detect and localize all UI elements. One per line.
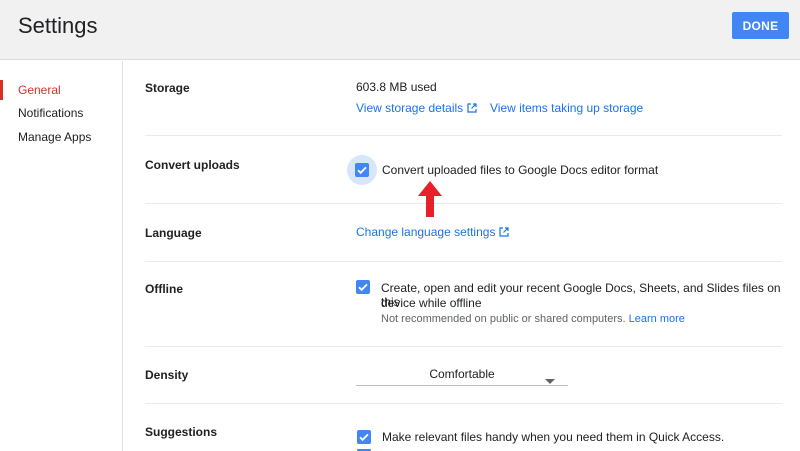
suggestions-label: Suggestions [145,425,218,439]
storage-label: Storage [145,81,190,95]
dropdown-arrow-icon [545,372,555,390]
learn-more-link[interactable]: Learn more [629,313,685,325]
divider [145,403,782,404]
view-storage-details-link[interactable]: View storage details [356,101,477,116]
offline-checkbox[interactable] [356,280,370,294]
done-button[interactable]: DONE [732,12,789,39]
sidebar-item-label: Manage Apps [18,130,92,144]
link-label: View storage details [356,101,464,115]
active-indicator [0,80,3,100]
sidebar-item-notifications[interactable]: Notifications [0,103,122,123]
sidebar-item-label: General [18,83,61,97]
quick-access-text: Make relevant files handy when you need … [382,430,725,444]
storage-used: 603.8 MB used [356,80,437,94]
page-title: Settings [18,13,98,38]
language-label: Language [145,226,202,240]
sidebar-item-manage-apps[interactable]: Manage Apps [0,127,122,147]
link-label: Change language settings [356,225,496,239]
density-label: Density [145,368,189,382]
convert-uploads-label: Convert uploads [145,158,240,172]
sidebar-item-general[interactable]: General [0,80,122,100]
up-arrow-icon [418,181,442,222]
header-bar: Settings DONE [0,0,800,60]
sidebar-item-label: Notifications [18,106,84,120]
change-language-link[interactable]: Change language settings [356,225,510,240]
view-items-storage-link[interactable]: View items taking up storage [490,101,643,115]
divider [145,135,782,136]
check-icon [358,283,368,292]
check-icon [359,433,369,442]
check-icon [357,166,367,175]
quick-access-checkbox[interactable] [357,430,371,444]
density-dropdown[interactable]: Comfortable [356,363,568,386]
density-selected-value: Comfortable [429,367,495,381]
offline-note: Not recommended on public or shared comp… [381,313,685,325]
divider [145,261,782,262]
offline-note-text: Not recommended on public or shared comp… [381,313,626,325]
divider [145,346,782,347]
sidebar: General Notifications Manage Apps [0,61,123,451]
open-in-new-icon [499,226,510,240]
convert-uploads-text: Convert uploaded files to Google Docs ed… [382,163,659,177]
convert-uploads-checkbox[interactable] [355,163,369,177]
offline-text-line2: device while offline [381,296,482,310]
open-in-new-icon [467,102,477,116]
offline-label: Offline [145,282,183,296]
divider [145,203,782,204]
